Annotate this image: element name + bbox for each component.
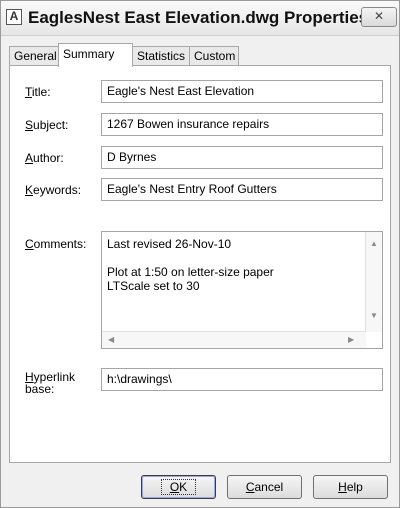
subject-label: Subject: [25,118,69,132]
title-bar: A EaglesNest East Elevation.dwg Properti… [1,1,399,36]
properties-dialog: A EaglesNest East Elevation.dwg Properti… [0,0,400,508]
tab-general[interactable]: General [9,46,59,65]
ok-button[interactable]: OK [141,475,216,499]
tab-summary[interactable]: Summary [58,43,133,67]
author-label: Author: [25,151,64,165]
scroll-right-icon[interactable]: ▶ [348,336,354,344]
comments-text: Last revised 26-Nov-10 Plot at 1:50 on l… [107,237,274,293]
title-label: Title: [25,85,51,99]
comments-label: Comments: [25,237,87,251]
comments-vertical-scrollbar[interactable]: ▲ ▼ [365,232,382,332]
comments-field[interactable]: Last revised 26-Nov-10 Plot at 1:50 on l… [101,231,383,349]
keywords-field[interactable]: Eagle's Nest Entry Roof Gutters [101,178,383,201]
window-title: EaglesNest East Elevation.dwg Properties [28,8,369,27]
close-icon: ✕ [373,9,385,23]
author-field[interactable]: D Byrnes [101,146,383,169]
comments-horizontal-scrollbar[interactable]: ◀ ▶ [102,331,366,348]
subject-field[interactable]: 1267 Bowen insurance repairs [101,113,383,136]
scroll-down-icon[interactable]: ▼ [370,312,378,320]
app-icon: A [6,9,22,25]
keywords-label: Keywords: [25,183,82,197]
hyperlink-base-field[interactable]: h:\drawings\ [101,368,383,391]
tab-statistics[interactable]: Statistics [132,46,190,65]
tab-custom[interactable]: Custom [189,46,239,65]
help-button[interactable]: Help [313,475,388,499]
cancel-button[interactable]: Cancel [227,475,302,499]
scroll-up-icon[interactable]: ▲ [370,240,378,248]
hyperlink-base-label: Hyperlink base: [25,370,76,396]
scroll-left-icon[interactable]: ◀ [108,336,114,344]
title-field[interactable]: Eagle's Nest East Elevation [101,80,383,103]
close-button[interactable]: ✕ [361,7,397,27]
